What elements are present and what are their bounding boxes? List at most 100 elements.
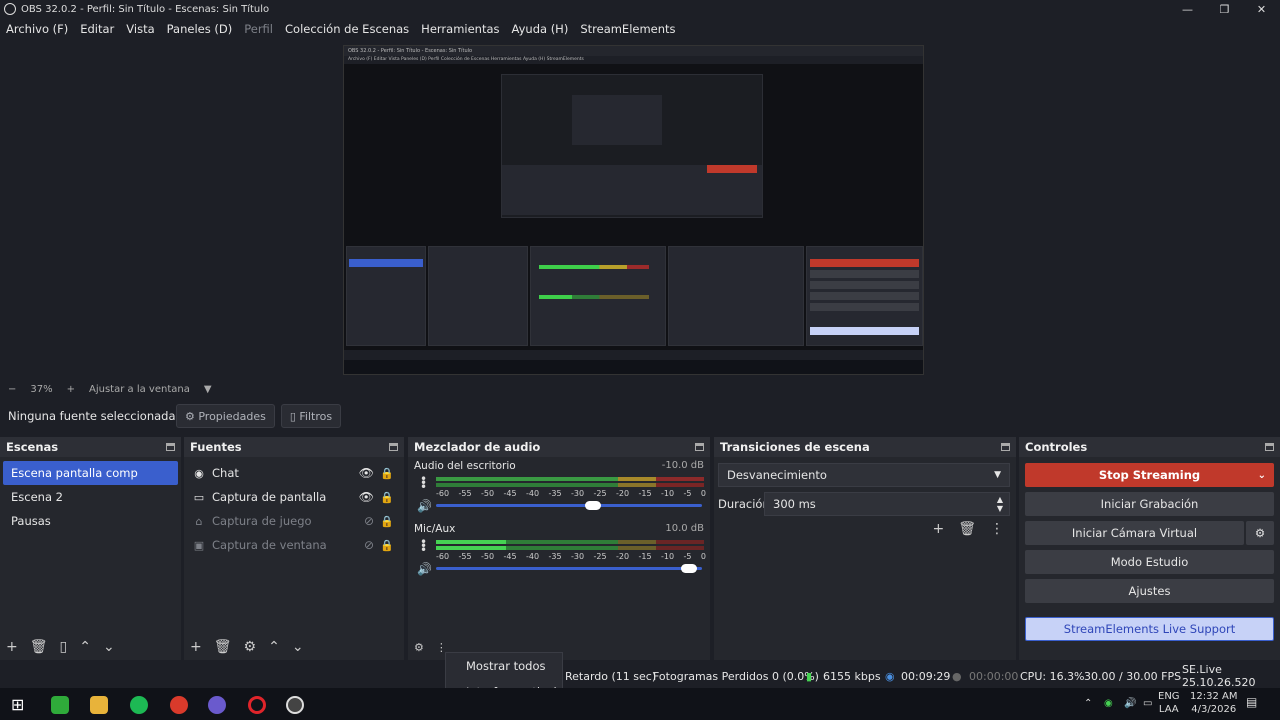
stop-streaming-label: Stop Streaming: [1098, 468, 1201, 482]
maximize-icon[interactable]: ❐: [1206, 0, 1243, 18]
preview-mini-controls: [806, 246, 923, 346]
lock-icon[interactable]: 🔒: [380, 491, 394, 504]
notification-icon[interactable]: ▤: [1246, 696, 1257, 709]
eye-hidden-icon[interactable]: ⊘: [364, 538, 374, 552]
menu-coleccion[interactable]: Colección de Escenas: [285, 22, 409, 36]
menu-editar[interactable]: Editar: [80, 22, 114, 36]
more-options-icon[interactable]: • • •: [420, 473, 427, 493]
properties-button[interactable]: ⚙ Propiedades: [176, 404, 275, 428]
filter-icon[interactable]: ▯: [60, 639, 68, 655]
zoom-fit-select[interactable]: Ajustar a la ventana: [89, 384, 190, 395]
channel-name: Mic/Aux: [414, 523, 456, 535]
live-support-button[interactable]: StreamElements Live Support: [1025, 617, 1274, 641]
mixer-title: Mezclador de audio: [414, 440, 541, 454]
arrow-up-icon[interactable]: ⌃: [79, 639, 91, 655]
speaker-icon[interactable]: 🔊: [417, 562, 432, 576]
arrow-down-icon[interactable]: ⌄: [292, 639, 304, 655]
meter-tick-label: -25: [593, 489, 607, 498]
controls-dock: Controles Stop Streaming ⌄ Iniciar Graba…: [1019, 437, 1280, 660]
gear-icon[interactable]: ⚙: [414, 641, 424, 654]
source-item[interactable]: ▣ Captura de ventana ⊘ 🔒: [184, 533, 404, 557]
spotify-icon[interactable]: [130, 696, 148, 714]
minimize-icon[interactable]: —: [1169, 0, 1206, 18]
eye-icon[interactable]: 👁: [359, 490, 374, 504]
scene-item[interactable]: Escena pantalla comp: [3, 461, 178, 485]
more-options-icon[interactable]: • • •: [420, 536, 427, 556]
more-options-icon[interactable]: ⋮: [990, 521, 1004, 537]
windows-start-icon[interactable]: ⊞: [11, 696, 29, 714]
folder-icon[interactable]: [90, 696, 108, 714]
volume-slider[interactable]: [436, 564, 702, 573]
clock[interactable]: 12:32 AM 4/3/2026: [1190, 690, 1237, 716]
network-icon[interactable]: ▭: [1143, 697, 1152, 710]
popout-icon[interactable]: [166, 443, 175, 451]
stop-streaming-button[interactable]: Stop Streaming ⌄: [1025, 463, 1274, 487]
spin-icon[interactable]: ▲ ▼: [997, 495, 1003, 513]
gear-icon[interactable]: ⚙: [1246, 521, 1274, 545]
chevron-up-icon[interactable]: ⌃: [1084, 697, 1092, 710]
menu-ayuda[interactable]: Ayuda (H): [512, 22, 569, 36]
settings-button[interactable]: Ajustes: [1025, 579, 1274, 603]
scene-item[interactable]: Escena 2: [3, 485, 178, 509]
chevron-down-icon[interactable]: ▼: [204, 384, 212, 395]
volume-knob[interactable]: [584, 501, 601, 510]
trash-icon[interactable]: 🗑: [958, 521, 976, 537]
source-item[interactable]: ⌂ Captura de juego ⊘ 🔒: [184, 509, 404, 533]
volume-knob[interactable]: [680, 564, 697, 573]
meter-tick-label: 0: [700, 489, 706, 498]
menu-herramientas[interactable]: Herramientas: [421, 22, 499, 36]
scene-item[interactable]: Pausas: [3, 509, 178, 533]
menu-archivo[interactable]: Archivo (F): [6, 22, 68, 36]
language-indicator[interactable]: ENG LAA: [1158, 690, 1180, 716]
popout-icon[interactable]: [389, 443, 398, 451]
menu-perfil[interactable]: Perfil: [244, 22, 273, 36]
close-icon[interactable]: ✕: [1243, 0, 1280, 18]
duration-input[interactable]: 300 ms ▲ ▼: [764, 492, 1010, 516]
gear-icon[interactable]: ⚙: [244, 639, 257, 655]
start-recording-button[interactable]: Iniciar Grabación: [1025, 492, 1274, 516]
eye-icon[interactable]: 👁: [359, 466, 374, 480]
menu-vista[interactable]: Vista: [126, 22, 154, 36]
zoom-in-button[interactable]: +: [67, 384, 75, 395]
chevron-down-icon[interactable]: ⌄: [1258, 470, 1266, 481]
meter-tick-label: -55: [458, 489, 472, 498]
arrow-up-icon[interactable]: ⌃: [268, 639, 280, 655]
volume-icon[interactable]: 🔊: [1124, 697, 1136, 710]
zoom-bar: − 37% + Ajustar a la ventana ▼: [0, 380, 1280, 398]
add-icon[interactable]: +: [6, 639, 18, 655]
source-item[interactable]: ◉ Chat 👁 🔒: [184, 461, 404, 485]
excel-icon[interactable]: [51, 696, 69, 714]
popout-icon[interactable]: [1001, 443, 1010, 451]
transition-select[interactable]: Desvanecimiento ▼: [718, 463, 1010, 487]
menu-paneles[interactable]: Paneles (D): [167, 22, 233, 36]
meter-tick-label: 0: [700, 552, 706, 561]
lock-icon[interactable]: 🔒: [380, 539, 394, 552]
virtual-camera-button[interactable]: Iniciar Cámara Virtual: [1025, 521, 1244, 545]
popout-icon[interactable]: [695, 443, 704, 451]
lock-icon[interactable]: 🔒: [380, 467, 394, 480]
lock-icon[interactable]: 🔒: [380, 515, 394, 528]
stream-icon: ◉: [885, 669, 895, 683]
arrow-down-icon[interactable]: ⌄: [103, 639, 115, 655]
speaker-icon[interactable]: 🔊: [417, 499, 432, 513]
preview-area[interactable]: OBS 32.0.2 - Perfil: Sin Título - Escena…: [0, 40, 1280, 380]
trash-icon[interactable]: 🗑: [214, 639, 232, 655]
status-bar: Retardo (11 sec) Fotogramas Perdidos 0 (…: [0, 663, 1280, 689]
studio-mode-button[interactable]: Modo Estudio: [1025, 550, 1274, 574]
discord-icon[interactable]: [208, 696, 226, 714]
add-icon[interactable]: +: [932, 521, 944, 537]
menu-streamelements[interactable]: StreamElements: [580, 22, 675, 36]
chrome-icon[interactable]: [170, 696, 188, 714]
opera-icon[interactable]: [248, 696, 266, 714]
eye-hidden-icon[interactable]: ⊘: [364, 514, 374, 528]
trash-icon[interactable]: 🗑: [30, 639, 48, 655]
source-item[interactable]: ▭ Captura de pantalla 👁 🔒: [184, 485, 404, 509]
popout-icon[interactable]: [1265, 443, 1274, 451]
security-icon[interactable]: ◉: [1104, 697, 1113, 710]
add-icon[interactable]: +: [190, 639, 202, 655]
volume-slider[interactable]: [436, 501, 702, 510]
zoom-out-button[interactable]: −: [8, 384, 16, 395]
obs-taskbar-icon[interactable]: [286, 696, 304, 714]
filters-button[interactable]: ▯ Filtros: [280, 404, 342, 428]
preview-canvas[interactable]: OBS 32.0.2 - Perfil: Sin Título - Escena…: [343, 45, 924, 375]
